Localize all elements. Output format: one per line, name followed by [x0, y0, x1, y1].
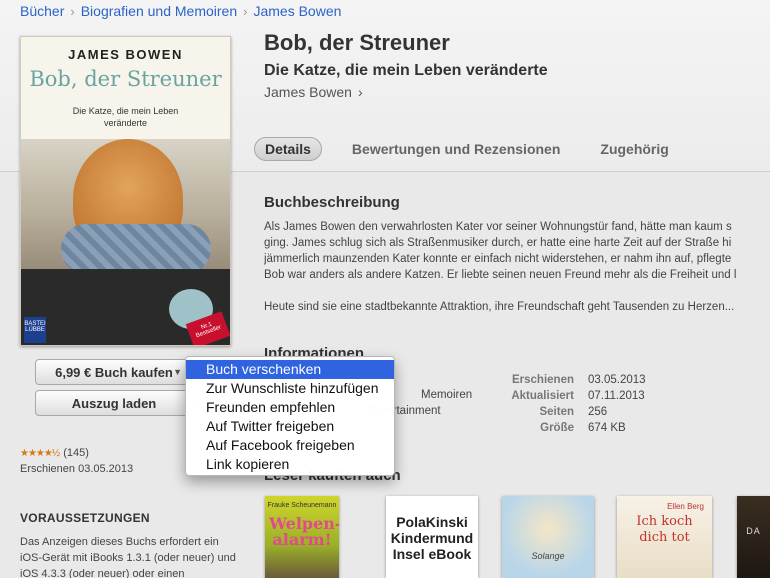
description-line: Bob war anders als andere Katzen. Er lie… [264, 269, 737, 281]
tab-reviews[interactable]: Bewertungen und Rezensionen [342, 138, 570, 160]
tab-details[interactable]: Details [254, 137, 322, 161]
share-menu: Buch verschenken Zur Wunschliste hinzufü… [185, 356, 395, 476]
thumb-author: Frauke Scheunemann [267, 502, 337, 509]
scarf-illustration [61, 224, 211, 274]
also-bought-book[interactable]: Solange [502, 496, 594, 578]
menu-item-add-wishlist[interactable]: Zur Wunschliste hinzufügen [186, 379, 394, 398]
thumb-title: Welpen-alarm! [269, 514, 339, 549]
buy-button-label: 6,99 € Buch kaufen [55, 364, 173, 380]
chevron-right-icon: › [243, 3, 248, 19]
thumb-title: DA [746, 526, 761, 536]
also-bought-book[interactable]: DA [737, 496, 770, 578]
chevron-right-icon: › [70, 3, 75, 19]
sample-button-label: Auszug laden [71, 395, 157, 411]
info-key: Aktualisiert [511, 390, 574, 402]
description-line: ging. James schlug sich als Straßenmusik… [264, 237, 732, 249]
cover-title: Bob, der Streuner [29, 67, 222, 91]
description-line: jämmerlich maunzenden Kater konnte er ei… [264, 253, 732, 265]
description-line: Als James Bowen den verwahrlosten Kater … [264, 221, 732, 233]
author-name: James Bowen [264, 84, 352, 100]
also-bought-book[interactable]: Ellen Berg Ich koch dich tot [617, 496, 712, 578]
info-key: Größe [540, 422, 574, 434]
buy-button[interactable]: 6,99 € Buch kaufen ▼ [35, 359, 193, 385]
thumb-title: Ich koch dich tot [636, 514, 693, 545]
cover-author: JAMES BOWEN [68, 47, 183, 62]
book-cover[interactable]: JAMES BOWEN Bob, der Streuner Die Katze,… [20, 36, 231, 346]
breadcrumb-item-biographies[interactable]: Biografien und Memoiren [81, 3, 237, 19]
description-line: Heute sind sie eine stadtbekannte Attrak… [264, 301, 735, 313]
thumb-author: Ellen Berg [667, 502, 704, 511]
sample-button[interactable]: Auszug laden [35, 390, 193, 416]
release-date-left: Erschienen 03.05.2013 [20, 463, 134, 475]
book-subtitle: Die Katze, die mein Leben veränderte [264, 62, 548, 79]
info-value: 07.11.2013 [588, 390, 645, 402]
rating-count: (145) [63, 447, 89, 459]
info-key: Erschienen [512, 374, 574, 386]
description-title: Buchbeschreibung [264, 194, 400, 211]
menu-item-share-twitter[interactable]: Auf Twitter freigeben [186, 417, 394, 436]
menu-item-copy-link[interactable]: Link kopieren [186, 455, 394, 474]
menu-item-share-facebook[interactable]: Auf Facebook freigeben [186, 436, 394, 455]
also-bought-book[interactable]: PolaKinski Kindermund Insel eBook [386, 496, 478, 578]
info-value: 256 [588, 406, 608, 418]
thumb-title: Solange [531, 551, 565, 561]
menu-item-recommend[interactable]: Freunden empfehlen [186, 398, 394, 417]
info-key: Seiten [539, 406, 574, 418]
book-title: Bob, der Streuner [264, 30, 450, 55]
info-table: Erschienen 03.05.2013 Aktualisiert 07.11… [490, 372, 678, 436]
breadcrumb: Bücher › Biografien und Memoiren › James… [20, 3, 341, 19]
rating[interactable]: ★★★★½ (145) [20, 447, 89, 459]
cover-subtitle: Die Katze, die mein Leben veränderte [72, 106, 179, 128]
star-rating-icon: ★★★★½ [20, 447, 60, 459]
chevron-right-icon: › [357, 84, 363, 100]
also-bought-book[interactable]: Frauke Scheunemann Welpen-alarm! [265, 496, 339, 578]
chevron-down-icon[interactable]: ▼ [173, 367, 182, 377]
publisher-badge: BASTEI LÜBBE [24, 317, 46, 343]
info-value: 03.05.2013 [588, 374, 646, 386]
requirements-text: Das Anzeigen dieses Buchs erfordert ein … [20, 536, 236, 578]
breadcrumb-item-books[interactable]: Bücher [20, 3, 64, 19]
breadcrumb-item-author[interactable]: James Bowen [253, 3, 341, 19]
menu-item-gift-book[interactable]: Buch verschenken [186, 360, 394, 379]
info-value: 674 KB [588, 422, 626, 434]
requirements-title: VORAUSSETZUNGEN [20, 511, 150, 525]
tab-related[interactable]: Zugehörig [590, 138, 678, 160]
author-link[interactable]: James Bowen › [264, 84, 363, 100]
cover-photo: BASTEI LÜBBE Nr.1 Bestseller [21, 139, 230, 345]
tab-bar: Details Bewertungen und Rezensionen Zuge… [254, 137, 679, 161]
description-text: Als James Bowen den verwahrlosten Kater … [264, 219, 770, 315]
description-line [264, 283, 770, 299]
thumb-title: PolaKinski Kindermund Insel eBook [390, 514, 474, 562]
